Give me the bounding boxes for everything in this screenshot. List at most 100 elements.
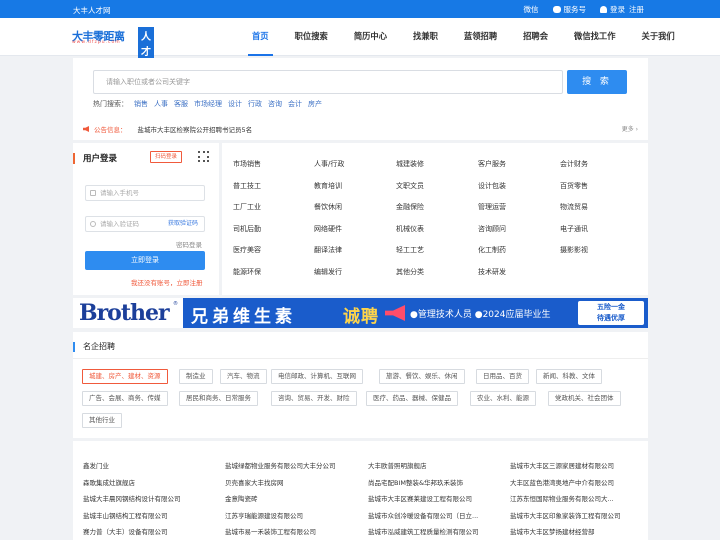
hot-search-item[interactable]: 市场经理 xyxy=(194,99,222,109)
category-link[interactable]: 能源环保 xyxy=(233,267,261,277)
industry-tag[interactable]: 电信邮政、计算机、互联网 xyxy=(271,369,363,384)
company-link[interactable]: 大丰区蓝色港湾奥地产中介有限公司 xyxy=(510,477,614,487)
category-link[interactable]: 餐饮休闲 xyxy=(314,202,342,212)
industry-tag[interactable]: 广告、会展、商务、传媒 xyxy=(82,391,168,406)
login-button[interactable]: 立即登录 xyxy=(85,251,205,270)
nav-home[interactable]: 首页 xyxy=(248,18,273,56)
login-link[interactable]: 登录 xyxy=(600,4,625,15)
category-link[interactable]: 文职文员 xyxy=(396,181,424,191)
category-link[interactable]: 司机后勤 xyxy=(233,224,261,234)
category-link[interactable]: 物流贸易 xyxy=(560,202,588,212)
industry-tag[interactable]: 医疗、药品、器械、保健品 xyxy=(366,391,458,406)
company-link[interactable]: 鑫发门业 xyxy=(83,460,109,470)
scan-login-button[interactable]: 扫码登录 xyxy=(150,151,183,163)
category-link[interactable]: 金融保险 xyxy=(396,202,424,212)
category-link[interactable]: 人事/行政 xyxy=(314,159,344,169)
category-link[interactable]: 轻工工艺 xyxy=(396,245,424,255)
company-link[interactable]: 赛力普（大丰）设备有限公司 xyxy=(83,526,168,536)
category-link[interactable]: 管理运营 xyxy=(478,202,506,212)
service-account-link[interactable]: 服务号 xyxy=(552,4,586,15)
search-input[interactable]: 请输入职位或者公司关键字 xyxy=(93,70,563,94)
hot-search-item[interactable]: 房产 xyxy=(308,99,322,109)
industry-tag[interactable]: 农业、水利、能源 xyxy=(470,391,536,406)
company-link[interactable]: 盐城市易一禾装饰工程有限公司 xyxy=(225,526,316,536)
company-link[interactable]: 盐城市大丰区三源家居建材有限公司 xyxy=(510,460,614,470)
category-link[interactable]: 市场销售 xyxy=(233,159,261,169)
search-button[interactable]: 搜 索 xyxy=(567,70,627,94)
industry-tag[interactable]: 党政机关、社会团体 xyxy=(548,391,621,406)
nav-resume-center[interactable]: 简历中心 xyxy=(354,18,387,56)
hot-search-item[interactable]: 客服 xyxy=(174,99,188,109)
register-link[interactable]: 注册 xyxy=(629,4,644,15)
category-link[interactable]: 咨询顾问 xyxy=(478,224,506,234)
hot-search-item[interactable]: 会计 xyxy=(288,99,302,109)
phone-field[interactable]: 请输入手机号 xyxy=(85,185,205,201)
company-link[interactable]: 盐城市大丰区赛莱建设工程有限公司 xyxy=(368,493,472,503)
category-link[interactable]: 工厂工业 xyxy=(233,202,261,212)
company-link[interactable]: 盐城市大丰区梦扬建材经营部 xyxy=(510,526,595,536)
nav-about[interactable]: 关于我们 xyxy=(642,18,675,56)
company-link[interactable]: 金意陶瓷砖 xyxy=(225,493,258,503)
category-link[interactable]: 百货零售 xyxy=(560,181,588,191)
category-link[interactable]: 设计包装 xyxy=(478,181,506,191)
nav-job-fair[interactable]: 招聘会 xyxy=(523,18,548,56)
category-link[interactable]: 会计财务 xyxy=(560,159,588,169)
notice-more-link[interactable]: 更多 › xyxy=(622,124,638,133)
wechat-link[interactable]: 微信 xyxy=(524,4,539,15)
company-link[interactable]: 江苏东恒国际物业服务有限公司大... xyxy=(510,493,614,503)
category-link[interactable]: 电子通讯 xyxy=(560,224,588,234)
category-link[interactable]: 编辑发行 xyxy=(314,267,342,277)
company-link[interactable]: 盐城市大丰区印象家装饰工程有限公司 xyxy=(510,510,621,520)
industry-tag[interactable]: 汽车、物流 xyxy=(220,369,267,384)
category-link[interactable]: 客户服务 xyxy=(478,159,506,169)
code-field[interactable]: 请输入验证码 获取验证码 xyxy=(85,216,205,232)
hot-search-item[interactable]: 人事 xyxy=(154,99,168,109)
category-link[interactable]: 网络硬件 xyxy=(314,224,342,234)
company-link[interactable]: 森歌集成灶旗舰店 xyxy=(83,477,135,487)
company-link[interactable]: 江苏亨瑞能源建设有限公司 xyxy=(225,510,303,520)
hot-search-item[interactable]: 咨询 xyxy=(268,99,282,109)
category-link[interactable]: 翻译法律 xyxy=(314,245,342,255)
category-link[interactable]: 机械仪表 xyxy=(396,224,424,234)
register-link[interactable]: 我还没有账号，立即注册 xyxy=(131,277,203,287)
hot-search-item[interactable]: 设计 xyxy=(228,99,242,109)
notice-text[interactable]: 盐城市大丰区检察院公开招聘书记员5名 xyxy=(138,124,253,134)
category-link[interactable]: 教育培训 xyxy=(314,181,342,191)
category-link[interactable]: 摄影影视 xyxy=(560,245,588,255)
nav-wechat-jobs[interactable]: 微信找工作 xyxy=(574,18,616,56)
company-link[interactable]: 盐城市泓威建筑工程质量检测有限公司 xyxy=(368,526,479,536)
title-accent-bar xyxy=(73,153,75,164)
company-link[interactable]: 贝壳喜家大丰找房网 xyxy=(225,477,284,487)
industry-tag[interactable]: 居民和商务、日常服务 xyxy=(179,391,258,406)
password-login-link[interactable]: 密码登录 xyxy=(176,239,202,249)
industry-tag[interactable]: 旅游、餐饮、娱乐、休闲 xyxy=(379,369,465,384)
industry-tag[interactable]: 其他行业 xyxy=(82,413,122,428)
nav-job-search[interactable]: 职位搜索 xyxy=(295,18,328,56)
company-link[interactable]: 盐城市众创冷暖设备有限公司（日立... xyxy=(368,510,478,520)
get-code-button[interactable]: 获取验证码 xyxy=(168,217,198,231)
industry-tag[interactable]: 制造业 xyxy=(179,369,213,384)
ad-banner[interactable]: Brother ® 兄弟维生素 诚聘 ●管理技术人员 ●2024应届毕业生 五险… xyxy=(73,298,648,328)
hot-search-item[interactable]: 销售 xyxy=(134,99,148,109)
site-name[interactable]: 大丰人才网 xyxy=(73,5,111,16)
company-link[interactable]: 盐城丰山钢结构工程有限公司 xyxy=(83,510,168,520)
category-link[interactable]: 其他分类 xyxy=(396,267,424,277)
category-link[interactable]: 技术研发 xyxy=(478,267,506,277)
logo[interactable]: 大丰零距离 www.dfzpu.com 人才网 xyxy=(72,27,154,74)
category-link[interactable]: 化工制药 xyxy=(478,245,506,255)
industry-tag[interactable]: 日用品、百货 xyxy=(476,369,529,384)
category-link[interactable]: 普工技工 xyxy=(233,181,261,191)
nav-part-time[interactable]: 找兼职 xyxy=(413,18,438,56)
category-link[interactable]: 医疗美容 xyxy=(233,245,261,255)
company-link[interactable]: 尚品宅配BIM整装&华邦玖禾装饰 xyxy=(368,477,463,487)
company-link[interactable]: 盐城大丰晨冈钢结构设计有限公司 xyxy=(83,493,181,503)
industry-tag[interactable]: 新闻、科教、文体 xyxy=(536,369,602,384)
industry-tag[interactable]: 城建、房产、建材、资源 xyxy=(82,369,168,384)
hot-search-item[interactable]: 行政 xyxy=(248,99,262,109)
nav-blue-collar[interactable]: 蓝领招聘 xyxy=(464,18,497,56)
industry-tag[interactable]: 咨询、贸易、开发、财险 xyxy=(271,391,357,406)
company-link[interactable]: 盐城绿都物业服务有限公司大丰分公司 xyxy=(225,460,336,470)
category-link[interactable]: 城建装修 xyxy=(396,159,424,169)
qr-code-icon[interactable] xyxy=(198,151,209,162)
company-link[interactable]: 大丰欧普照明旗舰店 xyxy=(368,460,427,470)
